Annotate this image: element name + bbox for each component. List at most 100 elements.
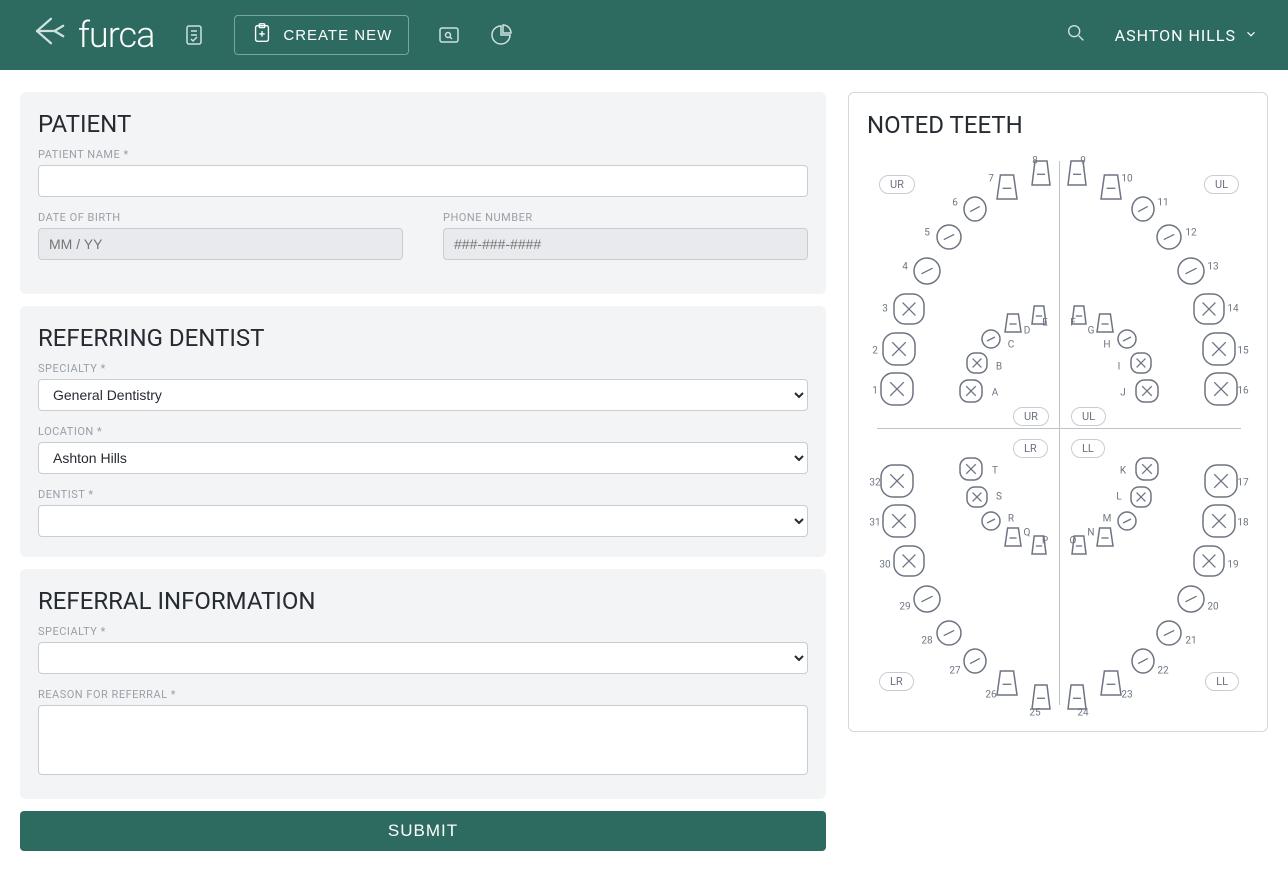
checklist-icon[interactable] [182, 23, 206, 47]
tooth-12[interactable] [1156, 224, 1182, 254]
tooth-label-C: C [1008, 340, 1015, 351]
tooth-A[interactable] [959, 379, 983, 407]
quad-pill-ur-outer[interactable]: UR [879, 175, 915, 194]
tooth-29[interactable] [913, 585, 941, 617]
specialty-label: SPECIALTY * [38, 362, 808, 375]
tooth-27[interactable] [963, 648, 987, 678]
tooth-18[interactable] [1202, 504, 1236, 542]
tooth-2[interactable] [882, 332, 916, 370]
quad-pill-ll-inner[interactable]: LL [1071, 439, 1105, 458]
quad-pill-lr-outer[interactable]: LR [879, 672, 914, 691]
location-label: LOCATION * [38, 425, 808, 438]
tooth-B[interactable] [966, 352, 988, 378]
tooth-21[interactable] [1156, 620, 1182, 650]
tooth-23[interactable] [1100, 670, 1122, 700]
furca-logo-icon [30, 10, 72, 61]
reason-textarea[interactable] [38, 705, 808, 775]
patient-name-input[interactable] [38, 165, 808, 197]
tooth-label-6: 6 [952, 198, 958, 209]
tooth-1[interactable] [880, 372, 914, 410]
tooth-label-N: N [1087, 528, 1094, 539]
location-select[interactable]: Ashton Hills [38, 442, 808, 474]
tooth-label-B: B [996, 362, 1002, 373]
tooth-label-22: 22 [1157, 666, 1168, 677]
tooth-G[interactable] [1096, 313, 1114, 337]
tooth-label-14: 14 [1227, 304, 1238, 315]
tooth-label-J: J [1120, 388, 1126, 399]
patient-name-label: PATIENT NAME * [38, 148, 808, 161]
tooth-10[interactable] [1100, 174, 1122, 204]
tooth-label-17: 17 [1237, 478, 1248, 489]
tooth-3[interactable] [893, 293, 925, 329]
tooth-label-19: 19 [1227, 560, 1238, 571]
tooth-14[interactable] [1193, 293, 1225, 329]
tooth-label-24: 24 [1077, 708, 1088, 719]
tooth-15[interactable] [1202, 332, 1236, 370]
submit-button[interactable]: SUBMIT [20, 811, 826, 851]
teeth-heading: NOTED TEETH [867, 111, 1249, 139]
search-icon[interactable] [1065, 22, 1087, 48]
tooth-17[interactable] [1204, 464, 1238, 502]
tooth-32[interactable] [880, 464, 914, 502]
tooth-L[interactable] [1130, 486, 1152, 512]
tooth-label-18: 18 [1237, 518, 1248, 529]
create-new-button[interactable]: CREATE NEW [234, 15, 409, 55]
phone-input[interactable] [443, 228, 808, 260]
tooth-label-7: 7 [988, 174, 994, 185]
tooth-26[interactable] [996, 670, 1018, 700]
dentist-select[interactable] [38, 505, 808, 537]
tooth-5[interactable] [936, 224, 962, 254]
tooth-13[interactable] [1177, 257, 1205, 289]
specialty-select[interactable]: General Dentistry [38, 379, 808, 411]
tooth-22[interactable] [1131, 648, 1155, 678]
tooth-label-P: P [1042, 536, 1048, 547]
tooth-T[interactable] [959, 457, 983, 485]
quad-pill-ur-inner[interactable]: UR [1013, 407, 1049, 426]
tooth-N[interactable] [1096, 527, 1114, 551]
phone-label: PHONE NUMBER [443, 211, 808, 224]
quad-pill-ul-outer[interactable]: UL [1204, 175, 1239, 194]
folder-search-icon[interactable] [437, 23, 461, 47]
tooth-28[interactable] [936, 620, 962, 650]
tooth-label-11: 11 [1157, 198, 1168, 209]
tooth-D[interactable] [1004, 313, 1022, 337]
tooth-19[interactable] [1193, 545, 1225, 581]
referral-info-heading: REFERRAL INFORMATION [38, 587, 808, 615]
tooth-label-8: 8 [1032, 156, 1038, 167]
user-menu[interactable]: ASHTON HILLS [1115, 26, 1258, 45]
dob-input[interactable] [38, 228, 403, 260]
quad-pill-ul-inner[interactable]: UL [1071, 407, 1106, 426]
quad-pill-ll-outer[interactable]: LL [1205, 672, 1239, 691]
tooth-6[interactable] [963, 196, 987, 226]
tooth-R[interactable] [981, 511, 1001, 535]
pie-chart-icon[interactable] [489, 23, 513, 47]
tooth-30[interactable] [893, 545, 925, 581]
tooth-label-K: K [1120, 466, 1126, 477]
tooth-M[interactable] [1117, 511, 1137, 535]
tooth-label-1: 1 [872, 386, 878, 397]
tooth-Q[interactable] [1004, 527, 1022, 551]
tooth-label-25: 25 [1029, 708, 1040, 719]
tooth-label-13: 13 [1207, 262, 1218, 273]
tooth-label-Q: Q [1024, 528, 1031, 539]
tooth-11[interactable] [1131, 196, 1155, 226]
tooth-label-4: 4 [902, 262, 908, 273]
tooth-16[interactable] [1204, 372, 1238, 410]
tooth-20[interactable] [1177, 585, 1205, 617]
tooth-label-28: 28 [921, 636, 932, 647]
tooth-7[interactable] [996, 174, 1018, 204]
tooth-S[interactable] [966, 486, 988, 512]
tooth-label-H: H [1103, 340, 1110, 351]
tooth-K[interactable] [1135, 457, 1159, 485]
referral-specialty-select[interactable] [38, 642, 808, 674]
quad-pill-lr-inner[interactable]: LR [1013, 439, 1048, 458]
tooth-I[interactable] [1130, 352, 1152, 378]
tooth-H[interactable] [1117, 329, 1137, 353]
tooth-4[interactable] [913, 257, 941, 289]
tooth-31[interactable] [882, 504, 916, 542]
noted-teeth-panel: NOTED TEETH UR UL LR LL UR UL LR LL [848, 92, 1268, 732]
tooth-label-G: G [1088, 326, 1095, 337]
tooth-label-D: D [1024, 326, 1031, 337]
tooth-J[interactable] [1135, 379, 1159, 407]
tooth-C[interactable] [981, 329, 1001, 353]
